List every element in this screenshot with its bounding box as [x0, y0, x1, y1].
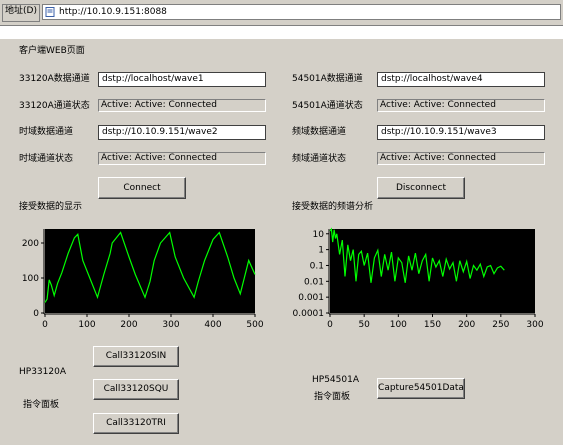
freq-chart-x-tick-label: 200: [458, 320, 475, 330]
capture-54501-data-button[interactable]: Capture54501Data: [377, 378, 465, 399]
disconnect-button[interactable]: Disconnect: [377, 177, 465, 199]
channel-54501a-input[interactable]: dstp://localhost/wave4: [377, 72, 545, 87]
freq-chart-y-tick-label: 1: [318, 246, 324, 256]
call-33120-sin-button[interactable]: Call33120SIN: [93, 346, 179, 367]
status-freq-label: 频域通道状态: [292, 154, 347, 164]
time-chart-x-tick-label: 200: [120, 320, 137, 330]
time-chart-x-tick-label: 400: [204, 320, 221, 330]
address-field[interactable]: http://10.10.9.151:8088: [42, 4, 561, 20]
channel-33120a-label: 33120A数据通道: [19, 74, 90, 84]
channel-33120a-input[interactable]: dstp://localhost/wave1: [98, 72, 266, 87]
frequency-spectrum-chart: 0 50 100 150 200 250 300 10 1 0.1 0.01 0.001 0.0001: [293, 227, 544, 330]
page-title: 客户端WEB页面: [19, 46, 85, 56]
freq-chart-plot-area: [330, 229, 535, 313]
freq-chart-x-tick-label: 150: [424, 320, 441, 330]
white-strip: [0, 27, 563, 39]
freq-chart-x-tick-label: 250: [492, 320, 509, 330]
time-chart-y-tick-label: 200: [22, 239, 39, 249]
freq-chart-x-tick-label: 100: [390, 320, 407, 330]
channel-time-label: 时域数据通道: [19, 127, 74, 137]
channel-54501a-label: 54501A数据通道: [292, 74, 363, 84]
connect-button[interactable]: Connect: [98, 177, 186, 199]
address-url: http://10.10.9.151:8088: [59, 7, 167, 17]
freq-chart-y-tick-label: 10: [313, 230, 325, 240]
freq-chart-x-tick-label: 0: [327, 320, 333, 330]
address-label: 地址(D): [2, 4, 40, 22]
status-33120a-value: Active: Active: Connected: [98, 99, 266, 112]
channel-freq-label: 频域数据通道: [292, 127, 347, 137]
hp54501a-label: HP54501A: [312, 375, 359, 385]
freq-chart-x-tick-label: 50: [358, 320, 370, 330]
channel-time-input[interactable]: dstp://10.10.9.151/wave2: [98, 125, 266, 140]
left-command-panel-label: 指令面板: [23, 400, 60, 410]
time-chart-x-tick-label: 0: [42, 320, 48, 330]
time-chart-x-tick-label: 100: [78, 320, 95, 330]
channel-freq-input[interactable]: dstp://10.10.9.151/wave3: [377, 125, 545, 140]
call-33120-tri-button[interactable]: Call33120TRI: [93, 413, 179, 434]
time-chart-y-tick-label: 100: [22, 274, 39, 284]
status-33120a-label: 33120A通道状态: [19, 101, 90, 111]
time-chart-x-tick-label: 300: [162, 320, 179, 330]
freq-chart-y-tick-label: 0.1: [310, 261, 324, 271]
freq-chart-y-tick-label: 0.0001: [293, 309, 325, 319]
freq-chart-y-tick-label: 0.001: [298, 293, 324, 303]
time-chart-y-tick-label: 0: [33, 309, 39, 319]
right-command-panel-label: 指令面板: [314, 392, 351, 402]
status-time-label: 时域通道状态: [19, 154, 74, 164]
time-chart-plot-area: [45, 229, 255, 313]
time-chart-x-tick-label: 500: [246, 320, 263, 330]
status-freq-value: Active: Active: Connected: [377, 152, 545, 165]
freq-chart-y-tick-label: 0.01: [304, 277, 324, 287]
freq-chart-x-tick-label: 300: [526, 320, 543, 330]
status-time-value: Active: Active: Connected: [98, 152, 266, 165]
status-54501a-label: 54501A通道状态: [292, 101, 363, 111]
time-domain-chart: 0 100 200 300 400 500 0 100 200: [22, 229, 264, 330]
hp33120a-label: HP33120A: [19, 367, 66, 377]
status-54501a-value: Active: Active: Connected: [377, 99, 545, 112]
page-icon: [45, 7, 55, 17]
call-33120-squ-button[interactable]: Call33120SQU: [93, 379, 179, 400]
